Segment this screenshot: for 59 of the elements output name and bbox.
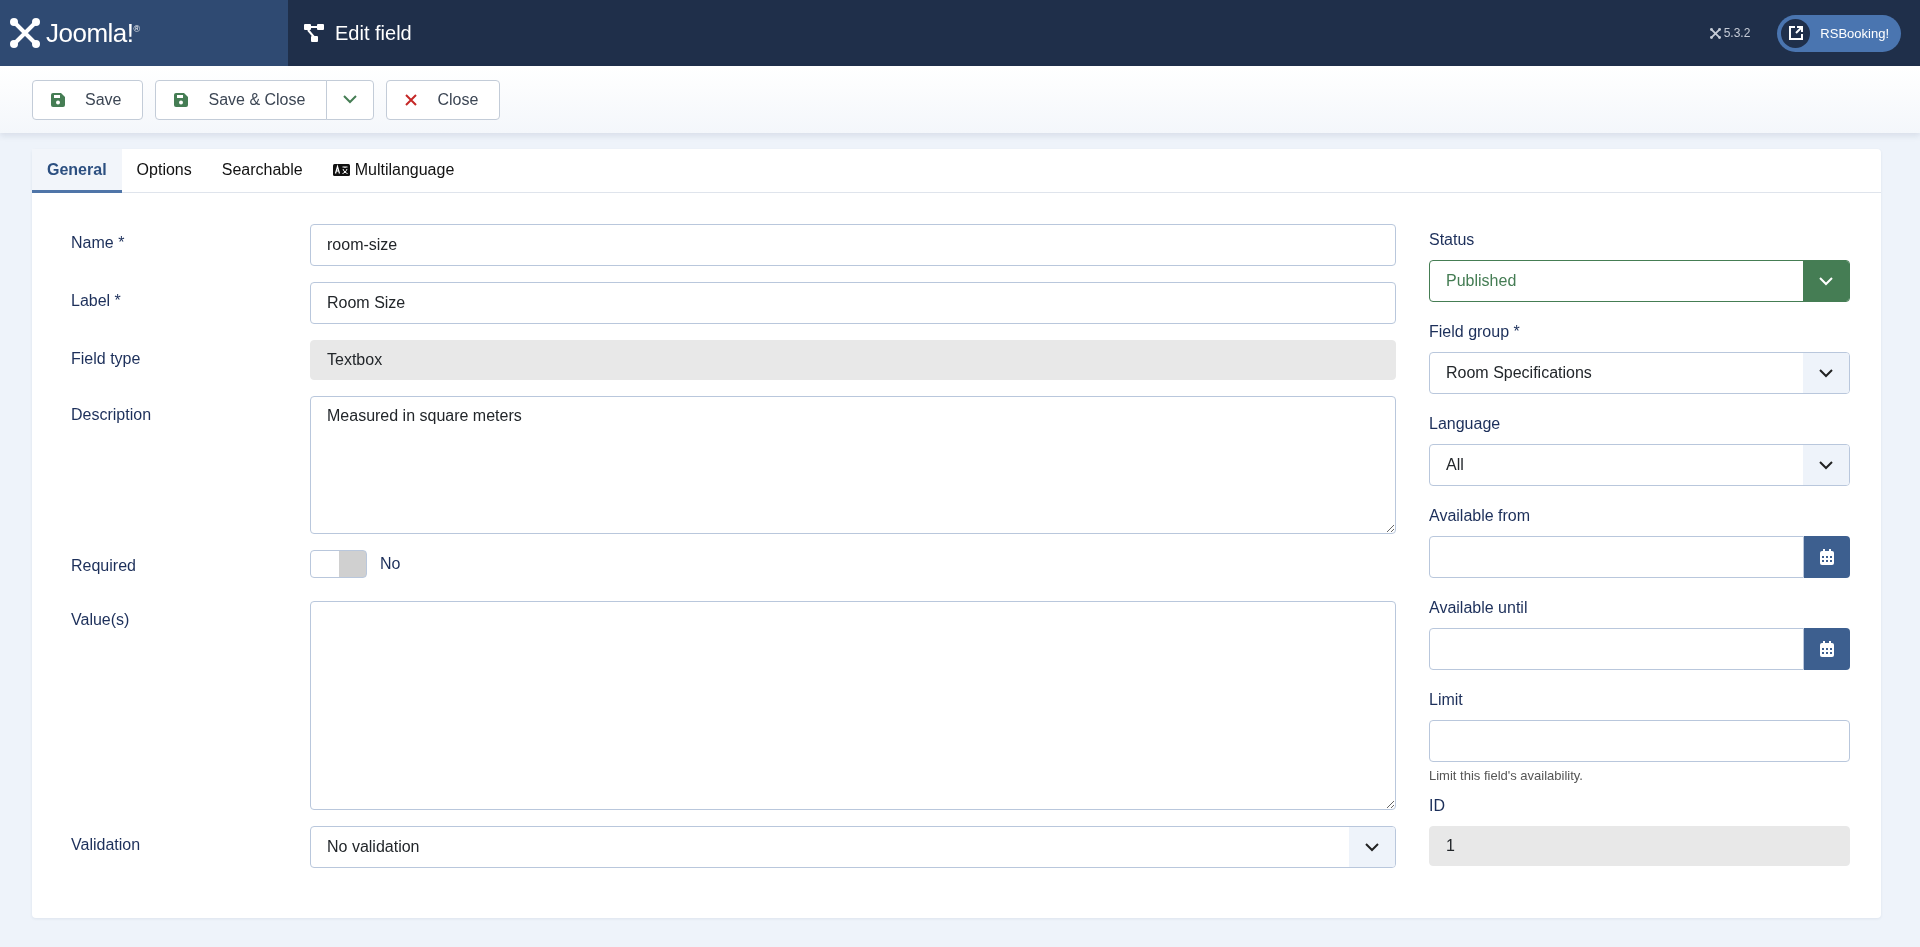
calendar-icon — [1820, 641, 1834, 657]
close-icon — [405, 93, 418, 106]
chevron-down-icon — [1819, 368, 1833, 378]
date-field[interactable] — [1429, 628, 1804, 670]
save-button[interactable]: Save — [32, 79, 144, 120]
readonly-field[interactable]: 1 — [1429, 826, 1850, 866]
page-title: Edit field — [335, 21, 412, 45]
hierarchy-icon — [304, 24, 324, 42]
date-field[interactable] — [1429, 536, 1804, 578]
calendar-button[interactable] — [1804, 628, 1850, 670]
logo-icon — [10, 18, 40, 48]
select-field[interactable]: No validation — [310, 826, 1396, 868]
chevron-down-icon — [343, 95, 358, 104]
tab[interactable]: General — [32, 149, 122, 193]
language-icon — [332, 163, 350, 176]
text-field[interactable] — [1429, 720, 1850, 762]
site-link-button[interactable]: RSBooking! — [1777, 14, 1901, 52]
calendar-icon — [1820, 549, 1834, 565]
save-icon — [51, 92, 65, 107]
field-label: Validation — [71, 835, 142, 855]
logo-icon — [1709, 27, 1721, 39]
field-label: Available until — [1429, 599, 1529, 618]
external-link-icon — [1787, 25, 1804, 41]
field-label: Name * — [71, 233, 126, 253]
select-field[interactable]: Room Specifications — [1429, 352, 1850, 394]
save-icon — [174, 92, 189, 107]
tab[interactable]: Multilanguage — [317, 149, 470, 193]
readonly-field[interactable]: Textbox — [310, 340, 1396, 380]
text-area[interactable]: Measured in square meters — [310, 396, 1396, 534]
chevron-down-icon — [1819, 276, 1833, 286]
status-select[interactable]: Published — [1429, 260, 1850, 302]
close-button[interactable]: Close — [386, 79, 501, 120]
toggle-switch[interactable] — [310, 550, 367, 578]
chevron-down-icon — [1819, 460, 1833, 470]
field-label: Required — [71, 556, 137, 576]
field-label: Description — [71, 405, 153, 425]
field-label: ID — [1429, 797, 1446, 816]
select-field[interactable]: All — [1429, 444, 1850, 486]
field-label: Label * — [71, 291, 122, 311]
field-label: Limit — [1429, 691, 1464, 710]
field-label: Status — [1429, 231, 1476, 250]
version-text: 5.3.2 — [1723, 26, 1751, 40]
tab[interactable]: Searchable — [206, 149, 318, 193]
tab[interactable]: Options — [121, 149, 207, 193]
calendar-button[interactable] — [1804, 536, 1850, 578]
field-label: Value(s) — [71, 610, 131, 630]
field-label: Language — [1429, 415, 1502, 434]
text-area[interactable] — [310, 601, 1396, 810]
text-field[interactable]: Room Size — [310, 282, 1396, 324]
help-text: Limit this field's availability. — [1429, 768, 1584, 783]
logo-text[interactable]: Joomla!$^{®}$ — [46, 17, 140, 49]
field-label: Field type — [71, 349, 142, 369]
field-label: Field group * — [1429, 323, 1521, 342]
dropdown-toggle-button[interactable] — [326, 79, 375, 120]
save-button[interactable]: Save & Close — [155, 79, 328, 120]
chevron-down-icon — [1365, 842, 1379, 852]
text-field[interactable]: room-size — [310, 224, 1396, 266]
field-label: Available from — [1429, 507, 1532, 526]
toggle-value: No — [380, 555, 401, 573]
